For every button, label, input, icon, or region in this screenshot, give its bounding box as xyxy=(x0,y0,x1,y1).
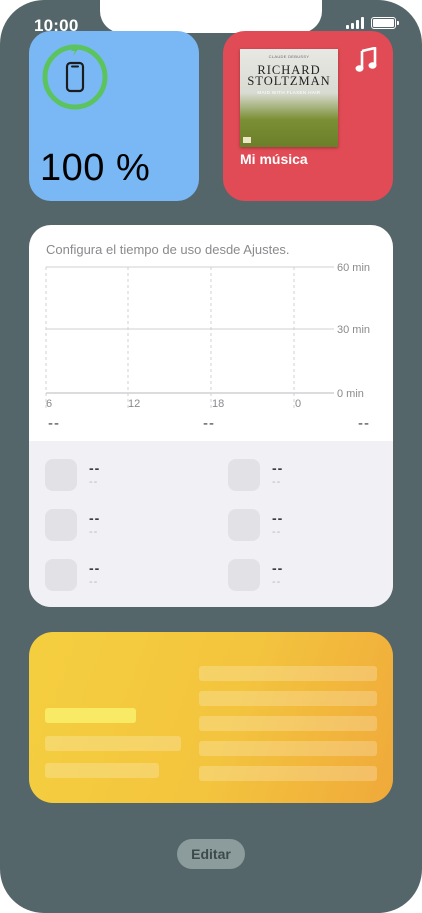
status-icons xyxy=(346,17,399,29)
summary-category: -- xyxy=(203,415,215,432)
edit-button[interactable]: Editar xyxy=(177,839,245,869)
placeholder-bar xyxy=(45,736,181,751)
x-label-18: 18 xyxy=(212,398,224,410)
summary-pickups: -- xyxy=(358,415,370,432)
app-name: -- xyxy=(272,560,284,576)
app-name: -- xyxy=(89,510,101,526)
app-icon-placeholder xyxy=(228,459,260,491)
music-widget-title: Mi música xyxy=(240,151,308,167)
app-icon-placeholder xyxy=(228,509,260,541)
battery-percent: 100 % xyxy=(40,147,151,189)
app-usage-item[interactable]: -- -- xyxy=(45,459,205,493)
cellular-signal-icon xyxy=(346,17,364,29)
x-label-6: 6 xyxy=(46,398,52,410)
y-label-30: 30 min xyxy=(337,324,370,336)
app-name: -- xyxy=(89,560,101,576)
y-label-0: 0 min xyxy=(337,388,364,400)
app-usage-item[interactable]: -- -- xyxy=(228,559,388,593)
app-time: -- xyxy=(272,576,282,588)
home-screen: 10:00 100 % CLAUDE DEBUSSY RICHARD STOLT… xyxy=(0,0,422,913)
screen-time-widget[interactable]: Configura el tiempo de uso desde Ajustes… xyxy=(29,225,393,607)
placeholder-bar xyxy=(199,766,377,781)
app-icon-placeholder xyxy=(228,559,260,591)
x-label-0: 0 xyxy=(295,398,301,410)
notch xyxy=(100,0,322,33)
placeholder-bar xyxy=(199,716,377,731)
album-subtitle: MAID WITH FLAXEN HAIR xyxy=(257,90,321,95)
app-usage-item[interactable]: -- -- xyxy=(45,559,205,593)
music-note-icon xyxy=(355,47,377,72)
app-usage-item[interactable]: -- -- xyxy=(45,509,205,543)
app-icon-placeholder xyxy=(45,509,77,541)
album-composer: CLAUDE DEBUSSY xyxy=(268,54,310,59)
placeholder-bar xyxy=(199,666,377,681)
app-time: -- xyxy=(89,526,99,538)
placeholder-widget[interactable] xyxy=(29,632,393,803)
app-time: -- xyxy=(272,476,282,488)
app-icon-placeholder xyxy=(45,559,77,591)
usage-chart: 60 min 30 min 0 min 6 12 18 0 xyxy=(45,262,370,410)
battery-status-icon xyxy=(371,17,399,29)
battery-widget[interactable]: 100 % xyxy=(29,31,199,201)
battery-ring xyxy=(42,44,108,110)
placeholder-bar-highlight xyxy=(45,708,136,723)
app-name: -- xyxy=(272,460,284,476)
music-widget[interactable]: CLAUDE DEBUSSY RICHARD STOLTZMAN MAID WI… xyxy=(223,31,393,201)
summary-total: -- xyxy=(48,415,60,432)
app-icon-placeholder xyxy=(45,459,77,491)
app-time: -- xyxy=(272,526,282,538)
app-name: -- xyxy=(272,510,284,526)
app-time: -- xyxy=(89,476,99,488)
phone-icon xyxy=(65,61,85,93)
placeholder-bar xyxy=(45,763,159,778)
app-usage-item[interactable]: -- -- xyxy=(228,509,388,543)
app-name: -- xyxy=(89,460,101,476)
label-logo-icon xyxy=(243,137,251,143)
placeholder-bar xyxy=(199,691,377,706)
x-label-12: 12 xyxy=(128,398,140,410)
app-usage-list: -- -- -- -- -- -- -- -- -- -- -- -- xyxy=(29,441,393,607)
y-label-60: 60 min xyxy=(337,262,370,274)
placeholder-bar xyxy=(199,741,377,756)
app-time: -- xyxy=(89,576,99,588)
album-artwork[interactable]: CLAUDE DEBUSSY RICHARD STOLTZMAN MAID WI… xyxy=(240,49,338,147)
app-usage-item[interactable]: -- -- xyxy=(228,459,388,493)
album-artist: RICHARD STOLTZMAN xyxy=(247,63,331,88)
